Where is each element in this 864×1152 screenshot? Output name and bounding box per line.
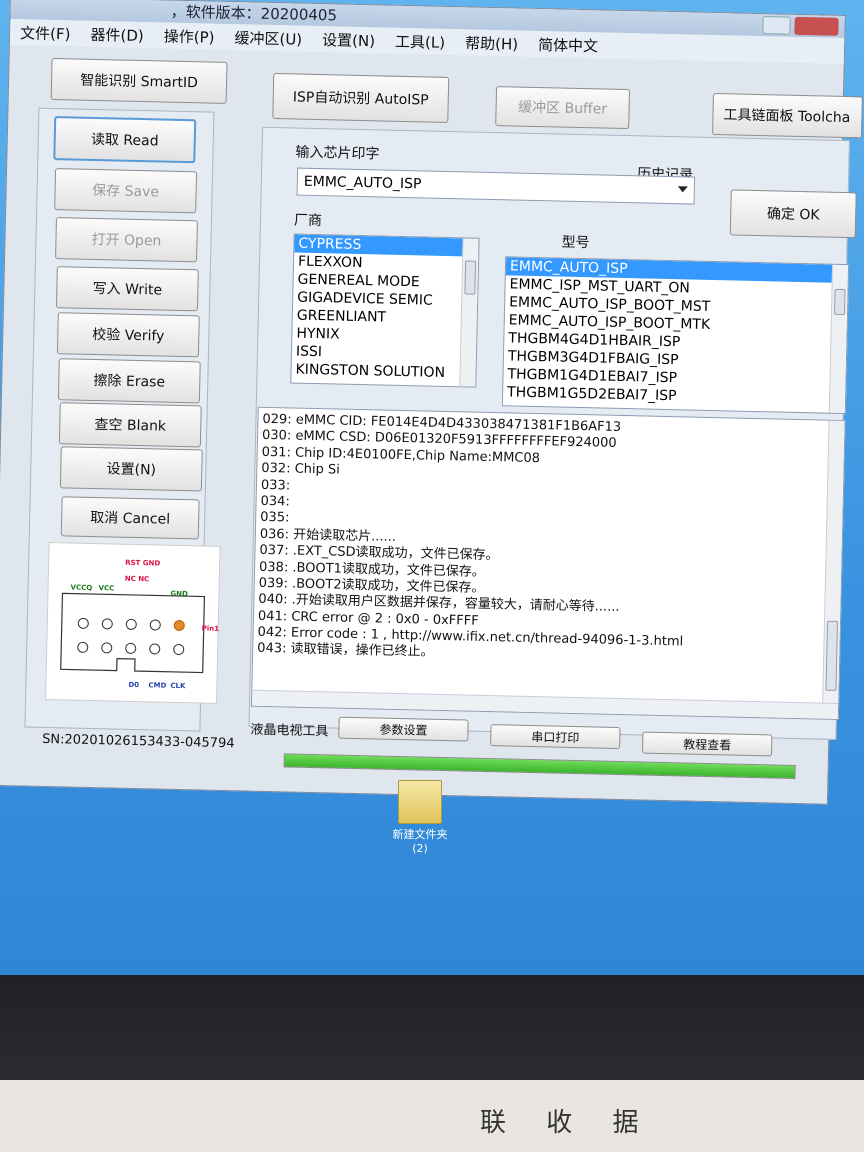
menu-language[interactable]: 简体中文 — [538, 33, 598, 55]
tutorial-button[interactable]: 教程查看 — [641, 731, 773, 757]
pin-diagram: RST GND NC NC VCCQ VCC GND Pin1 D0 CMD C… — [45, 542, 221, 704]
programmer-window: ，软件版本：20200405 文件(F) 器件(D) 操作(P) 缓冲区(U) … — [0, 0, 863, 805]
params-button[interactable]: 参数设置 — [338, 716, 469, 742]
pin-label-vcc: VCC — [98, 584, 115, 593]
blank-button[interactable]: 查空 Blank — [58, 402, 202, 448]
settings-button[interactable]: 设置(N) — [59, 446, 203, 492]
model-scroll-thumb[interactable] — [833, 288, 846, 316]
erase-button[interactable]: 擦除 Erase — [57, 358, 201, 404]
verify-button[interactable]: 校验 Verify — [56, 312, 200, 358]
serial-number: SN:20201026153433-045794 — [41, 731, 235, 752]
ok-button[interactable]: 确定 OK — [729, 189, 857, 239]
close-button[interactable] — [794, 16, 839, 36]
model-scrollbar[interactable] — [828, 264, 849, 414]
progress-fill — [284, 754, 795, 778]
buffer-button[interactable]: 缓冲区 Buffer — [495, 86, 631, 130]
pin-label-d0: D0 — [128, 680, 140, 690]
pin-label-cmd: CMD — [148, 681, 167, 690]
menu-device[interactable]: 器件(D) — [90, 23, 144, 45]
autoisp-button[interactable]: ISP自动识别 AutoISP — [272, 72, 450, 123]
open-button[interactable]: 打开 Open — [55, 217, 198, 263]
cancel-button[interactable]: 取消 Cancel — [60, 496, 200, 540]
pin-label-vccq: VCCQ — [70, 583, 93, 593]
maximize-button[interactable] — [762, 16, 791, 35]
folder-icon[interactable] — [398, 780, 442, 824]
menu-operate[interactable]: 操作(P) — [164, 25, 215, 47]
menu-tools[interactable]: 工具(L) — [395, 30, 446, 52]
read-button[interactable]: 读取 Read — [53, 116, 197, 164]
serial-print-button[interactable]: 串口打印 — [490, 724, 621, 750]
vendor-list[interactable]: CYPRESS FLEXXON GENEREAL MODE GIGADEVICE… — [290, 233, 480, 388]
vendor-item[interactable]: KINGSTON SOLUTION — [291, 360, 475, 382]
menu-file[interactable]: 文件(F) — [20, 22, 71, 44]
desktop-icon-sub: (2) — [412, 842, 428, 855]
chip-input-label: 输入芯片印字 — [295, 144, 380, 163]
write-button[interactable]: 写入 Write — [55, 266, 199, 312]
desktop-icon-name: 新建文件夹 — [392, 828, 448, 841]
save-button[interactable]: 保存 Save — [54, 168, 198, 214]
menu-settings[interactable]: 设置(N) — [322, 29, 375, 51]
lcd-tools-label: 液晶电视工具 — [250, 722, 329, 740]
log-output: 029: eMMC CID: FE014E4D4D433038471381F1B… — [250, 406, 846, 720]
vendor-scroll-thumb[interactable] — [464, 260, 477, 295]
desk-paper: 联 收 据 — [0, 1080, 864, 1152]
toolchain-button[interactable]: 工具链面板 Toolcha — [712, 92, 863, 139]
pin-label-clk: CLK — [170, 681, 186, 691]
pin-label-gnd: GND — [170, 589, 188, 599]
pin-label-pin1: Pin1 — [201, 624, 220, 633]
log-scroll-thumb[interactable] — [825, 620, 839, 691]
pin-label-red-2: NC NC — [124, 574, 150, 584]
vendor-label: 厂商 — [293, 212, 323, 230]
chip-input-value: EMMC_AUTO_ISP — [303, 173, 422, 193]
smartid-button[interactable]: 智能识别 SmartID — [50, 57, 228, 104]
model-label: 型号 — [561, 234, 590, 252]
progress-bar — [283, 753, 796, 780]
pin-label-red-1: RST GND — [125, 558, 161, 568]
model-list[interactable]: EMMC_AUTO_ISP EMMC_ISP_MST_UART_ON EMMC_… — [501, 256, 850, 415]
paper-text: 联 收 据 — [480, 1108, 655, 1138]
menu-help[interactable]: 帮助(H) — [465, 32, 518, 54]
window-title: ，软件版本：20200405 — [170, 2, 338, 25]
chevron-down-icon[interactable] — [677, 186, 688, 193]
desktop-icon-label[interactable]: 新建文件夹 (2) — [380, 826, 460, 855]
vendor-scrollbar[interactable] — [459, 238, 479, 387]
menu-buffer[interactable]: 缓冲区(U) — [234, 27, 302, 50]
